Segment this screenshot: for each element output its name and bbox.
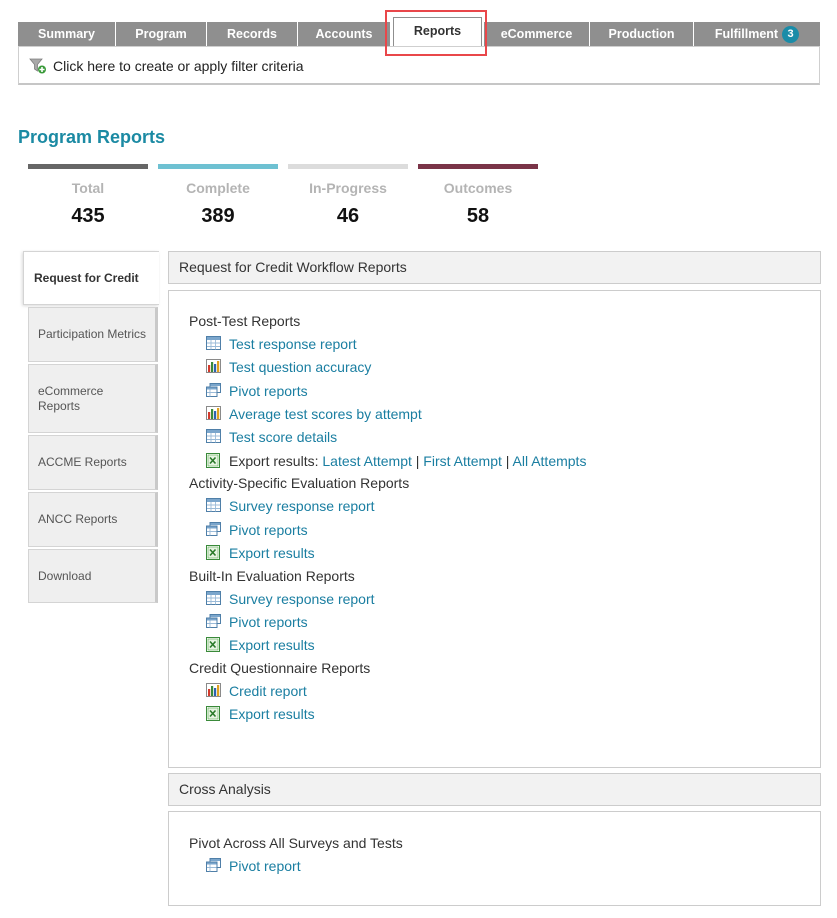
link-separator: | xyxy=(505,452,510,469)
table-report-icon xyxy=(206,590,221,605)
bar-chart-icon xyxy=(206,405,221,420)
side-tab-download[interactable]: Download xyxy=(28,549,158,603)
report-section-title: Activity-Specific Evaluation Reports xyxy=(189,475,410,492)
side-tab-ecommerce-reports[interactable]: eCommerce Reports xyxy=(28,364,158,433)
cross-analysis-panel-header: Cross Analysis xyxy=(168,773,821,806)
export-link[interactable]: Latest Attempt xyxy=(322,453,412,469)
tab-program[interactable]: Program xyxy=(116,22,207,46)
tab-reports[interactable]: Reports xyxy=(393,17,482,46)
stat-complete: Complete 389 xyxy=(158,164,278,228)
excel-export-icon xyxy=(206,452,220,468)
report-link[interactable]: Test score details xyxy=(229,428,337,446)
stat-value: 58 xyxy=(466,205,490,227)
pivot-icon xyxy=(206,858,221,872)
stat-label: Outcomes xyxy=(443,180,513,196)
tab-label: Summary xyxy=(38,27,95,41)
tab-label: Reports xyxy=(413,24,462,38)
stat-bar xyxy=(158,164,278,169)
count-badge: 3 xyxy=(782,26,800,43)
stat-bar xyxy=(28,164,148,169)
stat-bar xyxy=(288,164,408,169)
tab-label: Fulfillment xyxy=(714,27,779,41)
stat-label: In-Progress xyxy=(309,180,387,196)
report-item-label: Export results: xyxy=(229,452,319,469)
report-link[interactable]: Test question accuracy xyxy=(229,358,371,376)
tab-label: Records xyxy=(226,27,278,41)
report-link[interactable]: Survey response report xyxy=(229,590,375,608)
tab-production[interactable]: Production xyxy=(590,22,694,46)
export-link[interactable]: First Attempt xyxy=(423,453,502,469)
stat-total: Total 435 xyxy=(28,164,148,228)
stat-bar xyxy=(418,164,538,169)
stat-value: 435 xyxy=(71,205,105,227)
tab-summary[interactable]: Summary xyxy=(18,22,116,46)
stat-in-progress: In-Progress 46 xyxy=(288,164,408,228)
main-tab-bar: Summary Program Records Accounts Reports… xyxy=(18,17,820,46)
excel-export-icon xyxy=(206,706,220,722)
filter-add-icon xyxy=(29,58,46,74)
stat-label: Total xyxy=(71,180,105,196)
report-section-title: Credit Questionnaire Reports xyxy=(189,660,371,677)
export-link[interactable]: All Attempts xyxy=(513,453,587,469)
table-report-icon xyxy=(206,429,221,444)
stat-outcomes: Outcomes 58 xyxy=(418,164,538,228)
excel-export-icon xyxy=(206,637,220,653)
filter-bar[interactable]: Click here to create or apply filter cri… xyxy=(18,46,820,85)
report-link[interactable]: Survey response report xyxy=(229,497,375,515)
table-report-icon xyxy=(206,498,221,513)
side-tab-accme-reports[interactable]: ACCME Reports xyxy=(28,435,158,490)
report-link[interactable]: Pivot reports xyxy=(229,613,308,631)
filter-label: Click here to create or apply filter cri… xyxy=(53,58,304,74)
stat-label: Complete xyxy=(186,180,250,196)
report-link[interactable]: Pivot reports xyxy=(229,382,308,400)
pivot-icon xyxy=(206,521,221,536)
side-tab-ancc-reports[interactable]: ANCC Reports xyxy=(28,492,158,547)
bar-chart-icon xyxy=(206,683,221,698)
bar-chart-icon xyxy=(206,359,221,374)
page-title: Program Reports xyxy=(18,127,166,147)
report-item-text: Export results: Latest Attempt | First A… xyxy=(229,452,586,470)
link-separator: | xyxy=(415,452,420,469)
side-tab-participation-metrics[interactable]: Participation Metrics xyxy=(28,307,158,362)
tab-label: Production xyxy=(608,27,675,41)
side-tab-label: Download xyxy=(38,568,92,583)
tab-ecommerce[interactable]: eCommerce xyxy=(484,22,590,46)
pivot-icon xyxy=(206,614,221,628)
tab-records[interactable]: Records xyxy=(207,22,298,46)
report-link[interactable]: Test response report xyxy=(229,335,357,353)
report-link[interactable]: Export results xyxy=(229,544,315,562)
excel-export-icon xyxy=(206,544,220,560)
pivot-icon xyxy=(206,382,221,397)
side-tab-label: ACCME Reports xyxy=(38,455,127,469)
side-tab-label: ANCC Reports xyxy=(38,512,118,526)
side-tab-label: Request for Credit xyxy=(34,270,139,285)
tab-label: Program xyxy=(135,27,187,41)
report-section-title: Pivot Across All Surveys and Tests xyxy=(189,835,403,851)
report-link[interactable]: Pivot report xyxy=(229,857,301,875)
workflow-panel-header: Request for Credit Workflow Reports xyxy=(168,251,821,284)
side-tab-label: Participation Metrics xyxy=(38,327,147,341)
report-section-title: Built-In Evaluation Reports xyxy=(189,567,355,584)
report-link[interactable]: Export results xyxy=(229,705,315,723)
report-link[interactable]: Credit report xyxy=(229,682,307,700)
tab-label: Accounts xyxy=(315,27,373,41)
stat-value: 389 xyxy=(201,205,235,227)
stat-value: 46 xyxy=(336,205,360,227)
tab-accounts[interactable]: Accounts xyxy=(298,22,391,46)
side-tab-request-for-credit[interactable]: Request for Credit xyxy=(23,251,159,305)
report-link[interactable]: Pivot reports xyxy=(229,521,308,539)
report-section-title: Post-Test Reports xyxy=(189,313,301,329)
table-report-icon xyxy=(206,336,221,350)
side-tab-label: eCommerce Reports xyxy=(38,383,104,413)
report-link[interactable]: Export results xyxy=(229,636,315,654)
report-link[interactable]: Average test scores by attempt xyxy=(229,405,422,423)
tab-fulfillment[interactable]: Fulfillment 3 xyxy=(694,22,820,46)
tab-label: eCommerce xyxy=(500,27,573,41)
